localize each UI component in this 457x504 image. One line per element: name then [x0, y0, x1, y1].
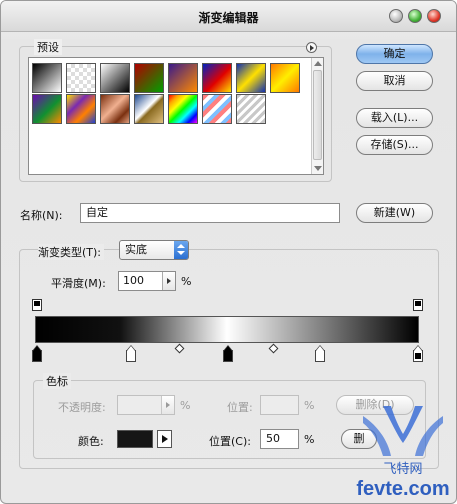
smoothness-arrow-icon[interactable] — [162, 272, 175, 290]
preset-swatch-black-white[interactable] — [32, 63, 62, 93]
scroll-thumb[interactable] — [313, 70, 322, 160]
preset-swatch-violet-orange[interactable] — [168, 63, 198, 93]
name-field[interactable]: 自定 — [80, 203, 340, 223]
select-arrows-icon — [174, 241, 188, 259]
preset-swatch-copper[interactable] — [100, 94, 130, 124]
color-stop-3-selected[interactable] — [223, 345, 233, 362]
opacity-stop-right[interactable] — [413, 299, 423, 311]
location-label: 位置(C): — [209, 435, 251, 448]
stop-color-swatch[interactable] — [117, 430, 153, 448]
color-stop-4[interactable] — [315, 345, 325, 362]
gradient-preview-bar[interactable] — [35, 316, 419, 343]
smoothness-stepper[interactable]: 100 — [118, 271, 176, 291]
fevte-watermark-logo: 飞特网 fevte.com — [356, 406, 450, 500]
scroll-up-icon[interactable] — [314, 61, 322, 66]
watermark-subtext: 飞特网 — [383, 461, 422, 476]
preset-swatch-blue-red-yellow[interactable] — [202, 63, 232, 93]
smoothness-label: 平滑度(M): — [51, 277, 106, 290]
location-unit: % — [304, 433, 315, 446]
name-label: 名称(N): — [20, 209, 63, 222]
gradient-type-select[interactable]: 实底 — [119, 240, 189, 260]
gradient-type-value: 实底 — [125, 243, 147, 256]
presets-swatch-list — [28, 57, 324, 175]
preset-swatch-chrome[interactable] — [134, 94, 164, 124]
opacity-location-field[interactable] — [260, 395, 299, 415]
opacity-arrow-icon[interactable] — [161, 396, 174, 414]
preset-swatch-transparent-stripes[interactable] — [236, 94, 266, 124]
opacity-location-unit: % — [304, 399, 315, 412]
opacity-stop-left[interactable] — [32, 299, 42, 311]
opacity-stepper[interactable] — [117, 395, 175, 415]
preset-swatch-orange-yellow-orange[interactable] — [270, 63, 300, 93]
color-label: 颜色: — [78, 435, 104, 448]
preset-swatch-violet-green-orange[interactable] — [32, 94, 62, 124]
smoothness-value: 100 — [123, 274, 144, 287]
presets-label: 预设 — [34, 39, 62, 55]
opacity-label: 不透明度: — [58, 401, 106, 414]
opacity-location-label: 位置: — [227, 401, 253, 414]
preset-swatch-transparent-checker[interactable] — [66, 63, 96, 93]
preset-swatch-white-black[interactable] — [100, 63, 130, 93]
color-stop-1[interactable] — [32, 345, 42, 362]
preset-swatch-spectrum[interactable] — [168, 94, 198, 124]
opacity-unit: % — [180, 399, 191, 412]
gradient-type-label: 渐变类型(T): — [38, 244, 105, 260]
gradient-editor-window: 渐变编辑器 预设 确定 取消 载入(L)... 存储(S)... 名称(N): … — [0, 0, 457, 504]
zoom-button[interactable] — [408, 9, 422, 23]
title-bar: 渐变编辑器 — [1, 1, 456, 32]
presets-scrollbar[interactable] — [311, 58, 323, 174]
preset-swatch-yellow-violet-orange-blue[interactable] — [66, 94, 96, 124]
window-title: 渐变编辑器 — [198, 11, 259, 25]
preset-swatch-red-green[interactable] — [134, 63, 164, 93]
minimize-button[interactable] — [389, 9, 403, 23]
scroll-down-icon[interactable] — [314, 166, 322, 171]
location-field[interactable]: 50 — [260, 429, 299, 449]
preset-swatch-transparent-rainbow[interactable] — [202, 94, 232, 124]
cancel-button[interactable]: 取消 — [356, 71, 433, 91]
new-button[interactable]: 新建(W) — [356, 203, 433, 223]
watermark-text: fevte.com — [356, 478, 449, 500]
presets-menu-icon[interactable] — [306, 42, 317, 53]
color-menu-arrow-icon[interactable] — [157, 430, 172, 448]
close-button[interactable] — [427, 9, 441, 23]
smoothness-unit: % — [181, 275, 192, 288]
color-stop-2[interactable] — [126, 345, 136, 362]
ok-button[interactable]: 确定 — [356, 44, 433, 64]
load-button[interactable]: 载入(L)... — [356, 108, 433, 128]
preset-swatch-blue-yellow-blue[interactable] — [236, 63, 266, 93]
color-stop-5-fill — [415, 353, 421, 359]
color-stops-label: 色标 — [43, 373, 71, 389]
save-button[interactable]: 存储(S)... — [356, 135, 433, 155]
color-stop-5[interactable] — [413, 345, 423, 362]
